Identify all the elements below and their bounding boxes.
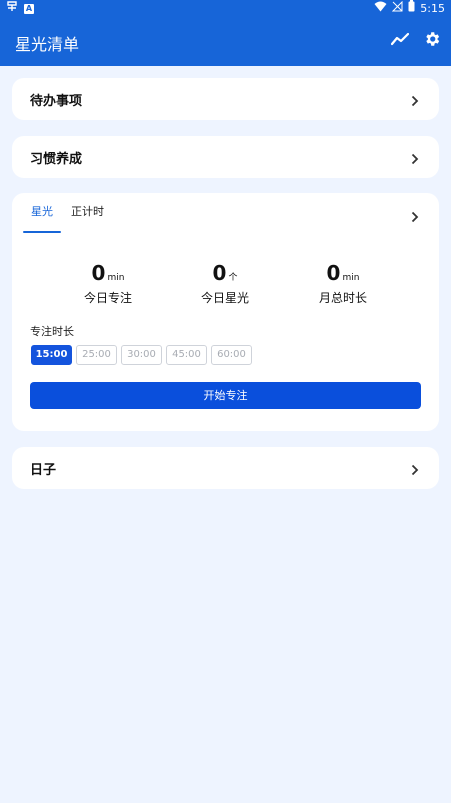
stat-unit: min bbox=[107, 273, 125, 283]
chevron-right-icon bbox=[411, 150, 419, 169]
chevron-right-icon bbox=[411, 92, 419, 111]
days-card-label: 日子 bbox=[30, 463, 57, 478]
duration-option-15[interactable]: 15:00 bbox=[31, 345, 72, 365]
stat-today-focus: 0 min 今日专注 bbox=[48, 261, 168, 306]
duration-option-45[interactable]: 45:00 bbox=[166, 345, 207, 365]
habit-card[interactable]: 习惯养成 bbox=[12, 136, 439, 178]
no-signal-icon bbox=[392, 0, 403, 18]
tab-starlight[interactable]: 星光 bbox=[23, 203, 61, 233]
wifi-icon bbox=[374, 0, 387, 18]
settings-gear-icon[interactable] bbox=[423, 30, 441, 48]
days-card[interactable]: 日子 bbox=[12, 447, 439, 489]
duration-options: 15:00 25:00 30:00 45:00 60:00 bbox=[31, 345, 252, 365]
tab-count-up[interactable]: 正计时 bbox=[71, 203, 104, 233]
stat-unit: min bbox=[342, 273, 360, 283]
app-bar: 星光清单 bbox=[0, 18, 451, 66]
habit-card-label: 习惯养成 bbox=[30, 152, 83, 167]
stat-caption: 今日星光 bbox=[200, 291, 249, 305]
stat-value: 0 bbox=[326, 261, 341, 285]
focus-card: 星光 正计时 0 min 今日专注 0个 今日星光 0 min 月总时长 专注时长 … bbox=[12, 193, 439, 431]
keyboard-a-icon: A bbox=[24, 4, 34, 14]
stat-unit: 个 bbox=[228, 273, 238, 283]
stat-value: 0 bbox=[212, 261, 227, 285]
stat-month-total: 0 min 月总时长 bbox=[283, 261, 403, 306]
stat-today-stars: 0个 今日星光 bbox=[165, 261, 285, 306]
duration-option-30[interactable]: 30:00 bbox=[121, 345, 162, 365]
stat-caption: 月总时长 bbox=[318, 291, 367, 305]
chevron-right-icon bbox=[411, 461, 419, 480]
todo-card[interactable]: 待办事项 bbox=[12, 78, 439, 120]
duration-option-60[interactable]: 60:00 bbox=[211, 345, 252, 365]
duration-option-25[interactable]: 25:00 bbox=[76, 345, 117, 365]
focus-tabs: 星光 正计时 bbox=[23, 203, 104, 233]
notification-app-icon bbox=[6, 0, 18, 18]
trend-chart-icon[interactable] bbox=[391, 31, 409, 47]
duration-label: 专注时长 bbox=[30, 325, 74, 338]
start-focus-button[interactable]: 开始专注 bbox=[30, 382, 421, 409]
stat-value: 0 bbox=[91, 261, 106, 285]
app-title: 星光清单 bbox=[15, 35, 80, 54]
stat-caption: 今日专注 bbox=[83, 291, 132, 305]
chevron-right-icon[interactable] bbox=[411, 208, 419, 227]
battery-icon bbox=[408, 0, 415, 18]
status-bar: A 5:15 bbox=[0, 0, 451, 18]
clock: 5:15 bbox=[420, 2, 445, 15]
todo-card-label: 待办事项 bbox=[30, 94, 83, 109]
